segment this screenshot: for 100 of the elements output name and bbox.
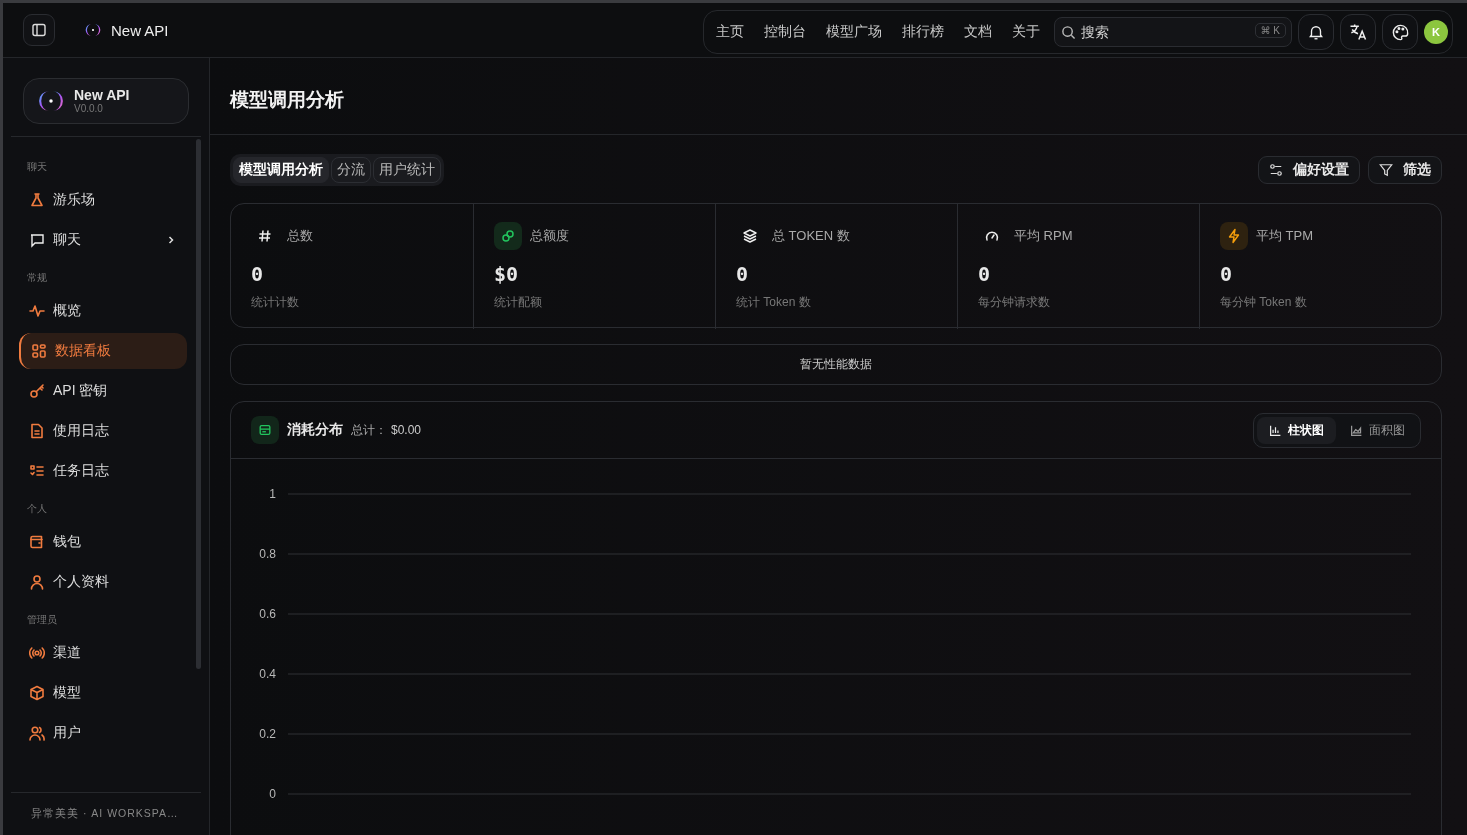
sidebar-label: 使用日志 bbox=[53, 422, 109, 440]
checklist-icon bbox=[29, 463, 45, 479]
flask-icon bbox=[29, 192, 45, 208]
stat-caption: 统计 Token 数 bbox=[736, 294, 812, 311]
translate-button[interactable] bbox=[1340, 14, 1376, 50]
axis-tick-label: 0 bbox=[269, 787, 276, 801]
sidebar-label: 用户 bbox=[53, 724, 81, 742]
stat-caption: 每分钟 Token 数 bbox=[1220, 294, 1308, 311]
palette-icon bbox=[1390, 22, 1410, 42]
grid-icon bbox=[31, 343, 47, 359]
sidebar-label: 个人资料 bbox=[53, 573, 109, 591]
sidebar-label: 渠道 bbox=[53, 644, 81, 662]
sidebar-label: 概览 bbox=[53, 302, 81, 320]
axis-tick-label: 0.4 bbox=[259, 667, 276, 681]
nav-link[interactable]: 控制台 bbox=[756, 19, 814, 45]
axis-tick-label: 0.2 bbox=[259, 727, 276, 741]
sidebar-item[interactable]: 用户 bbox=[19, 715, 187, 751]
chat-icon bbox=[29, 232, 45, 248]
document-icon bbox=[29, 423, 45, 439]
wallet-icon bbox=[29, 534, 45, 550]
chart-title: 消耗分布 bbox=[287, 421, 343, 439]
page-title: 模型调用分析 bbox=[230, 88, 344, 112]
cube-icon bbox=[29, 685, 45, 701]
translate-icon bbox=[1348, 22, 1368, 42]
nav-link[interactable]: 关于 bbox=[1004, 19, 1048, 45]
scrollbar[interactable] bbox=[196, 139, 201, 669]
key-icon bbox=[29, 383, 45, 399]
sidebar-item[interactable]: 使用日志 bbox=[19, 413, 187, 449]
sidebar-label: API 密钥 bbox=[53, 382, 108, 400]
sidebar-item[interactable]: 数据看板 bbox=[19, 333, 187, 369]
workspace-label: 异常美美 · AI WORKSPA… bbox=[31, 807, 179, 821]
stat-label: 总额度 bbox=[530, 227, 569, 245]
bell-icon bbox=[1307, 23, 1325, 41]
notification-button[interactable] bbox=[1298, 14, 1334, 50]
filter-button[interactable]: 筛选 bbox=[1368, 156, 1442, 184]
section-heading: 个人 bbox=[26, 502, 48, 516]
stat-label: 平均 RPM bbox=[1014, 227, 1073, 245]
stat-label: 总 TOKEN 数 bbox=[772, 227, 850, 245]
activity-icon bbox=[29, 303, 45, 319]
nav-link[interactable]: 主页 bbox=[708, 19, 752, 45]
link-icon bbox=[494, 222, 522, 250]
filter-icon bbox=[1379, 163, 1393, 177]
stat-caption: 统计计数 bbox=[251, 294, 300, 311]
logo-icon bbox=[85, 22, 101, 38]
axis-tick-label: 0.8 bbox=[259, 547, 276, 561]
sidebar-item[interactable]: 概览 bbox=[19, 293, 187, 329]
stat-value: $0 bbox=[494, 262, 520, 286]
user-icon bbox=[29, 574, 45, 590]
total-label: 总计： bbox=[351, 421, 387, 439]
empty-notice: 暂无性能数据 bbox=[230, 344, 1442, 385]
tab[interactable]: 分流 bbox=[331, 157, 371, 183]
section-heading: 管理员 bbox=[26, 613, 58, 627]
total-value: $0.00 bbox=[391, 423, 422, 437]
chart-type-tab[interactable]: 柱状图 bbox=[1257, 416, 1336, 444]
sidebar-item[interactable]: 渠道 bbox=[19, 635, 187, 671]
preferences-button[interactable]: 偏好设置 bbox=[1258, 156, 1360, 184]
stat-value: 0 bbox=[1220, 262, 1234, 286]
section-heading: 聊天 bbox=[26, 160, 48, 174]
stat-value: 0 bbox=[736, 262, 750, 286]
nav-link[interactable]: 排行榜 bbox=[894, 19, 952, 45]
tab[interactable]: 用户统计 bbox=[373, 157, 441, 183]
stat-value: 0 bbox=[978, 262, 992, 286]
version-label: V0.0.0 bbox=[74, 103, 104, 115]
sidebar-item[interactable]: 模型 bbox=[19, 675, 187, 711]
sidebar-item[interactable]: 钱包 bbox=[19, 524, 187, 560]
axis-tick-label: 0.6 bbox=[259, 607, 276, 621]
wallet-icon bbox=[251, 416, 279, 444]
sidebar-item[interactable]: 个人资料 bbox=[19, 564, 187, 600]
axis-tick-label: 1 bbox=[269, 487, 276, 501]
sidebar-label: 钱包 bbox=[53, 533, 81, 551]
sidebar-item[interactable]: API 密钥 bbox=[19, 373, 187, 409]
sidebar-label: 游乐场 bbox=[53, 191, 95, 209]
sidebar-label: 任务日志 bbox=[53, 462, 109, 480]
sidebar-label: 聊天 bbox=[53, 231, 81, 249]
shortcut-hint: ⌘ K bbox=[1254, 23, 1286, 38]
sidebar-item[interactable]: 聊天 bbox=[19, 222, 187, 258]
sidebar-toggle-button[interactable] bbox=[23, 14, 55, 46]
nav-link[interactable]: 模型广场 bbox=[818, 19, 890, 45]
stat-caption: 每分钟请求数 bbox=[978, 294, 1051, 311]
search-icon bbox=[1061, 25, 1076, 40]
sliders-icon bbox=[1269, 163, 1283, 177]
lightning-icon bbox=[1220, 222, 1248, 250]
users-icon bbox=[29, 725, 45, 741]
brand-name: New API bbox=[74, 87, 130, 104]
section-heading: 常规 bbox=[26, 271, 48, 285]
broadcast-icon bbox=[29, 645, 45, 661]
tab[interactable]: 模型调用分析 bbox=[233, 157, 329, 183]
palette-button[interactable] bbox=[1382, 14, 1418, 50]
nav-link[interactable]: 文档 bbox=[956, 19, 1000, 45]
sidebar-icon bbox=[31, 22, 47, 38]
stat-caption: 统计配额 bbox=[494, 294, 543, 311]
sidebar-label: 模型 bbox=[53, 684, 81, 702]
sidebar-item[interactable]: 游乐场 bbox=[19, 182, 187, 218]
sidebar-item[interactable]: 任务日志 bbox=[19, 453, 187, 489]
brand-card[interactable]: New API V0.0.0 bbox=[23, 78, 189, 124]
stat-label: 平均 TPM bbox=[1256, 227, 1314, 245]
bar-chart-icon bbox=[1269, 423, 1282, 437]
stat-value: 0 bbox=[251, 262, 265, 286]
chart-type-tab[interactable]: 面积图 bbox=[1338, 416, 1417, 444]
area-chart-icon bbox=[1350, 423, 1363, 437]
